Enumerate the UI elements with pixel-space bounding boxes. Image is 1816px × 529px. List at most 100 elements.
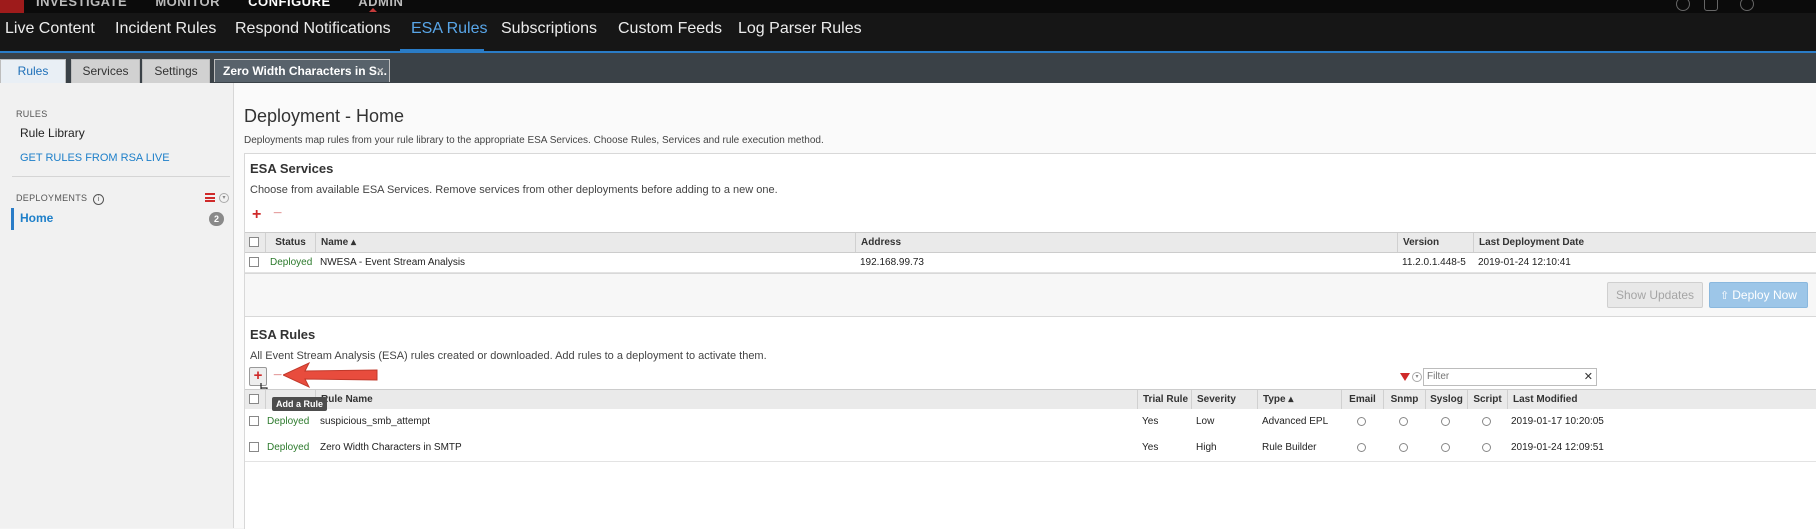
remove-rule-button[interactable]: − xyxy=(273,367,282,385)
sort-asc-icon: ▴ xyxy=(351,237,357,248)
page-description: Deployments map rules from your rule lib… xyxy=(244,135,824,146)
sidebar-item-home[interactable]: Home xyxy=(20,211,53,225)
remove-service-button[interactable]: − xyxy=(273,205,282,223)
row-checkbox[interactable] xyxy=(249,435,259,461)
rule-type: Advanced EPL xyxy=(1262,416,1329,427)
deployments-label: DEPLOYMENTS xyxy=(16,193,88,203)
service-name: NWESA - Event Stream Analysis xyxy=(320,257,466,268)
tab-services[interactable]: Services xyxy=(71,59,140,83)
table-row[interactable]: Deployed NWESA - Event Stream Analysis 1… xyxy=(245,253,1816,273)
deploy-now-button[interactable]: ⇧ Deploy Now xyxy=(1709,282,1808,308)
sidebar: RULES Rule Library GET RULES FROM RSA LI… xyxy=(0,83,234,528)
rule-severity: High xyxy=(1196,442,1217,453)
tab-strip: Rules Services Settings Zero Width Chara… xyxy=(0,53,1816,83)
chevron-down-icon[interactable]: ▾ xyxy=(219,193,229,203)
clear-filter-icon[interactable]: ✕ xyxy=(1584,369,1593,385)
rule-trial: Yes xyxy=(1142,416,1159,427)
nav-respond-notifications[interactable]: Respond Notifications xyxy=(235,20,391,38)
rules-col-name[interactable]: Rule Name xyxy=(315,390,1137,409)
services-col-version[interactable]: Version xyxy=(1397,233,1473,252)
rules-heading: ESA Rules xyxy=(250,327,316,342)
deploy-now-label: Deploy Now xyxy=(1732,288,1797,302)
services-col-address[interactable]: Address xyxy=(855,233,1397,252)
service-status: Deployed xyxy=(270,257,313,268)
user-icon[interactable] xyxy=(1740,0,1754,11)
top-nav-investigate[interactable]: INVESTIGATE xyxy=(36,0,127,9)
rule-name[interactable]: Zero Width Characters in SMTP xyxy=(320,435,462,461)
close-icon[interactable]: ✕ xyxy=(376,60,384,83)
rules-select-all-checkbox[interactable] xyxy=(245,390,265,409)
filter-input[interactable] xyxy=(1424,369,1580,383)
add-service-button[interactable]: + xyxy=(252,206,261,224)
filter-box: ✕ xyxy=(1423,368,1597,386)
tab-rules[interactable]: Rules xyxy=(0,59,66,83)
notifications-icon[interactable] xyxy=(1704,0,1718,11)
app-logo[interactable] xyxy=(0,0,24,13)
page-title: Deployment - Home xyxy=(244,106,405,126)
rules-col-syslog[interactable]: Syslog xyxy=(1425,390,1467,409)
sidebar-divider xyxy=(12,176,230,177)
sort-asc-icon: ▴ xyxy=(1288,394,1294,405)
filter-dropdown-icon[interactable]: ▾ xyxy=(1412,372,1422,382)
show-updates-button[interactable]: Show Updates xyxy=(1607,282,1703,308)
rules-col-last-modified[interactable]: Last Modified xyxy=(1507,390,1816,409)
rules-col-script[interactable]: Script xyxy=(1467,390,1507,409)
top-nav-monitor[interactable]: MONITOR xyxy=(155,0,220,9)
script-radio[interactable] xyxy=(1482,435,1491,461)
rule-trial: Yes xyxy=(1142,442,1159,453)
top-bar: INVESTIGATE MONITOR CONFIGURE ADMIN xyxy=(0,0,1816,13)
rules-col-trial[interactable]: Trial Rule xyxy=(1137,390,1191,409)
filter-funnel-icon[interactable] xyxy=(1400,373,1410,381)
email-radio[interactable] xyxy=(1357,435,1366,461)
rules-col-type[interactable]: Type ▴ xyxy=(1257,390,1341,409)
table-row[interactable]: Deployed suspicious_smb_attempt Yes Low … xyxy=(245,409,1816,436)
services-select-all-checkbox[interactable] xyxy=(245,233,265,252)
service-last-deployment: 2019-01-24 12:10:41 xyxy=(1478,257,1571,268)
tab-zero-width-rule[interactable]: Zero Width Characters in S... ✕ xyxy=(214,59,390,82)
row-checkbox[interactable] xyxy=(249,253,259,272)
services-col-last-deployment[interactable]: Last Deployment Date xyxy=(1473,233,1816,252)
main-nav: Live Content Incident Rules Respond Noti… xyxy=(0,13,1816,53)
rules-table-header: Rule Name Trial Rule Severity Type ▴ Ema… xyxy=(245,389,1816,410)
rule-status: Deployed xyxy=(267,416,310,427)
active-indicator xyxy=(11,208,14,230)
top-nav-admin[interactable]: ADMIN xyxy=(358,0,403,9)
deployments-menu-icon[interactable] xyxy=(205,193,215,202)
nav-esa-rules[interactable]: ESA Rules xyxy=(411,20,487,38)
deploy-arrow-icon: ⇧ xyxy=(1720,290,1730,302)
nav-live-content[interactable]: Live Content xyxy=(5,20,95,38)
info-icon[interactable]: i xyxy=(93,194,105,205)
services-col-name[interactable]: Name ▴ xyxy=(315,233,855,252)
sidebar-item-rule-library[interactable]: Rule Library xyxy=(20,126,85,140)
script-radio[interactable] xyxy=(1482,409,1491,435)
pointer-arrow-icon xyxy=(281,360,383,390)
rule-severity: Low xyxy=(1196,416,1215,427)
nav-log-parser-rules[interactable]: Log Parser Rules xyxy=(738,20,862,38)
esa-rules-panel: ESA Rules All Event Stream Analysis (ESA… xyxy=(244,316,1816,529)
services-col-status[interactable]: Status xyxy=(265,233,315,252)
tab-zero-width-label: Zero Width Characters in S... xyxy=(223,64,387,78)
sidebar-rules-heading: RULES xyxy=(16,109,48,119)
rule-name[interactable]: suspicious_smb_attempt xyxy=(320,409,430,435)
row-checkbox[interactable] xyxy=(249,409,259,435)
rules-col-severity[interactable]: Severity xyxy=(1191,390,1257,409)
top-nav-configure[interactable]: CONFIGURE xyxy=(248,0,331,9)
get-rules-link[interactable]: GET RULES FROM RSA LIVE xyxy=(20,152,170,164)
rules-col-email[interactable]: Email xyxy=(1341,390,1383,409)
snmp-radio[interactable] xyxy=(1399,435,1408,461)
active-caret xyxy=(369,8,377,12)
service-address: 192.168.99.73 xyxy=(860,257,924,268)
syslog-radio[interactable] xyxy=(1441,435,1450,461)
syslog-radio[interactable] xyxy=(1441,409,1450,435)
email-radio[interactable] xyxy=(1357,409,1366,435)
tab-settings[interactable]: Settings xyxy=(142,59,210,83)
nav-custom-feeds[interactable]: Custom Feeds xyxy=(618,20,722,38)
rules-col-snmp[interactable]: Snmp xyxy=(1383,390,1425,409)
sidebar-deployments-heading: DEPLOYMENTS i xyxy=(16,193,105,205)
services-description: Choose from available ESA Services. Remo… xyxy=(250,184,778,196)
table-row[interactable]: Deployed Zero Width Characters in SMTP Y… xyxy=(245,435,1816,462)
nav-subscriptions[interactable]: Subscriptions xyxy=(501,20,597,38)
snmp-radio[interactable] xyxy=(1399,409,1408,435)
help-icon[interactable] xyxy=(1676,0,1690,11)
nav-incident-rules[interactable]: Incident Rules xyxy=(115,20,216,38)
